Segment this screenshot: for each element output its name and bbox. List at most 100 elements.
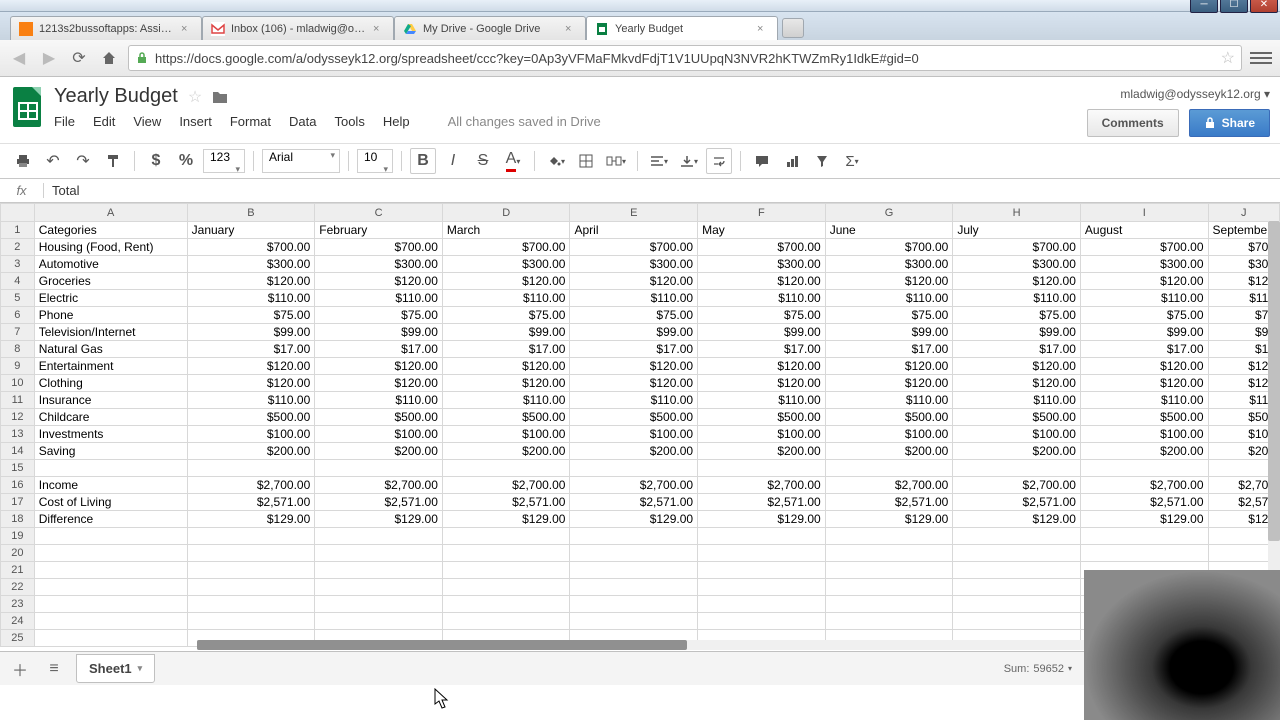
cell[interactable]: $700.00	[698, 239, 826, 256]
scrollbar-thumb[interactable]	[197, 640, 687, 650]
cell[interactable]	[698, 460, 826, 477]
borders-button[interactable]	[573, 148, 599, 174]
cell[interactable]: $110.00	[953, 290, 1081, 307]
cell[interactable]	[442, 596, 570, 613]
cell[interactable]: $300.00	[442, 256, 570, 273]
cell[interactable]: July	[953, 222, 1081, 239]
functions-button[interactable]: Σ ▾	[839, 148, 865, 174]
row-header-23[interactable]: 23	[1, 596, 35, 613]
row-header-19[interactable]: 19	[1, 528, 35, 545]
cell[interactable]: $200.00	[570, 443, 698, 460]
status-sum[interactable]: Sum: 59652 ▾	[1004, 663, 1072, 675]
cell[interactable]: $99.00	[187, 324, 315, 341]
cell[interactable]: $300.00	[570, 256, 698, 273]
cell[interactable]	[187, 613, 315, 630]
close-icon[interactable]: ×	[181, 23, 193, 35]
cell[interactable]: $700.00	[953, 239, 1081, 256]
cell[interactable]: $500.00	[442, 409, 570, 426]
row-header-25[interactable]: 25	[1, 630, 35, 647]
cell[interactable]: $110.00	[187, 290, 315, 307]
cell[interactable]: Income	[34, 477, 187, 494]
cell[interactable]: $110.00	[570, 290, 698, 307]
row-header-22[interactable]: 22	[1, 579, 35, 596]
cell[interactable]: Television/Internet	[34, 324, 187, 341]
folder-icon[interactable]	[212, 90, 228, 104]
row-header-12[interactable]: 12	[1, 409, 35, 426]
number-format-select[interactable]: 123	[203, 149, 245, 173]
cell[interactable]	[570, 460, 698, 477]
cell[interactable]: January	[187, 222, 315, 239]
cell[interactable]: $17.00	[1080, 341, 1208, 358]
cell[interactable]	[315, 562, 443, 579]
cell[interactable]: $120.00	[825, 375, 953, 392]
cell[interactable]: $99.00	[442, 324, 570, 341]
cell[interactable]: $129.00	[825, 511, 953, 528]
sheet-tab-1[interactable]: Sheet1 ▾	[76, 654, 155, 683]
cell[interactable]	[442, 613, 570, 630]
cell[interactable]: $2,700.00	[1080, 477, 1208, 494]
cell[interactable]: $2,700.00	[442, 477, 570, 494]
row-header-20[interactable]: 20	[1, 545, 35, 562]
cell[interactable]: $120.00	[315, 273, 443, 290]
cell[interactable]	[953, 562, 1081, 579]
star-button[interactable]: ☆	[188, 87, 202, 107]
cell[interactable]: Natural Gas	[34, 341, 187, 358]
cell[interactable]: $129.00	[187, 511, 315, 528]
cell[interactable]: $500.00	[315, 409, 443, 426]
cell[interactable]	[315, 596, 443, 613]
cell[interactable]: Childcare	[34, 409, 187, 426]
cell[interactable]: $700.00	[1080, 239, 1208, 256]
cell[interactable]: $110.00	[1080, 290, 1208, 307]
valign-button[interactable]: ▾	[676, 148, 702, 174]
cell[interactable]: May	[698, 222, 826, 239]
cell[interactable]: $99.00	[953, 324, 1081, 341]
cell[interactable]: August	[1080, 222, 1208, 239]
cell[interactable]: $200.00	[315, 443, 443, 460]
cell[interactable]	[698, 528, 826, 545]
cell[interactable]	[1080, 528, 1208, 545]
cell[interactable]: $700.00	[570, 239, 698, 256]
cell[interactable]: $75.00	[953, 307, 1081, 324]
row-header-24[interactable]: 24	[1, 613, 35, 630]
cell[interactable]: $75.00	[315, 307, 443, 324]
merge-cells-button[interactable]: ▾	[603, 148, 629, 174]
cell[interactable]	[315, 545, 443, 562]
col-header-D[interactable]: D	[442, 204, 570, 222]
row-header-5[interactable]: 5	[1, 290, 35, 307]
col-header-C[interactable]: C	[315, 204, 443, 222]
cell[interactable]: $100.00	[570, 426, 698, 443]
cell[interactable]	[315, 528, 443, 545]
row-header-1[interactable]: 1	[1, 222, 35, 239]
sheets-logo-icon[interactable]	[10, 85, 46, 129]
cell[interactable]: $100.00	[698, 426, 826, 443]
cell[interactable]: $120.00	[570, 375, 698, 392]
cell[interactable]: $110.00	[698, 392, 826, 409]
font-size-select[interactable]: 10	[357, 149, 393, 173]
cell[interactable]: $17.00	[315, 341, 443, 358]
cell[interactable]: $129.00	[698, 511, 826, 528]
row-header-6[interactable]: 6	[1, 307, 35, 324]
cell[interactable]	[187, 545, 315, 562]
cell[interactable]: $17.00	[698, 341, 826, 358]
forward-button[interactable]: ▶	[38, 47, 60, 69]
cell[interactable]	[187, 562, 315, 579]
cell[interactable]: $110.00	[825, 392, 953, 409]
cell[interactable]: $700.00	[315, 239, 443, 256]
cell[interactable]: $99.00	[698, 324, 826, 341]
cell[interactable]: $110.00	[825, 290, 953, 307]
col-header-H[interactable]: H	[953, 204, 1081, 222]
strikethrough-button[interactable]: S	[470, 148, 496, 174]
cell[interactable]: $75.00	[1080, 307, 1208, 324]
cell[interactable]: Phone	[34, 307, 187, 324]
row-header-2[interactable]: 2	[1, 239, 35, 256]
home-button[interactable]	[98, 47, 120, 69]
cell[interactable]: $2,700.00	[315, 477, 443, 494]
user-email[interactable]: mladwig@odysseyk12.org ▾	[1120, 87, 1270, 101]
cell[interactable]: Entertainment	[34, 358, 187, 375]
cell[interactable]	[825, 460, 953, 477]
close-icon[interactable]: ×	[373, 23, 385, 35]
menu-file[interactable]: File	[54, 114, 75, 129]
browser-tab-0[interactable]: 1213s2bussoftapps: Assign… ×	[10, 16, 202, 40]
cell[interactable]: $120.00	[825, 273, 953, 290]
redo-button[interactable]: ↷	[70, 148, 96, 174]
